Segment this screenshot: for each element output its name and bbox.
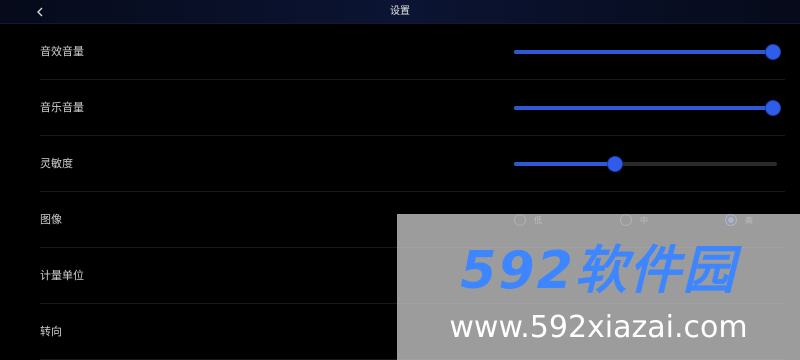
chevron-left-icon xyxy=(37,7,43,17)
units-label: 计量单位 xyxy=(40,269,84,282)
watermark-url: www.592xiazai.com xyxy=(449,310,748,345)
slider-fill xyxy=(514,50,773,54)
sensitivity-label: 灵敏度 xyxy=(40,157,73,170)
sound-effect-volume-label: 音效音量 xyxy=(40,45,84,58)
watermark-logo: 592软件园 xyxy=(460,241,737,301)
setting-row-sensitivity: 灵敏度 xyxy=(40,136,785,192)
slider-fill xyxy=(514,106,773,110)
sensitivity-slider[interactable] xyxy=(514,157,777,171)
top-bar: 设置 xyxy=(0,0,800,24)
steering-label: 转向 xyxy=(40,325,62,338)
setting-row-sound-effect-volume: 音效音量 xyxy=(40,24,785,80)
slider-thumb[interactable] xyxy=(766,45,780,59)
sound-effect-volume-slider[interactable] xyxy=(514,45,780,59)
music-volume-label: 音乐音量 xyxy=(40,101,84,114)
back-button[interactable] xyxy=(28,0,52,24)
music-volume-slider[interactable] xyxy=(514,101,780,115)
graphics-label: 图像 xyxy=(40,213,62,226)
page-title: 设置 xyxy=(390,6,410,17)
watermark-overlay: 592软件园 www.592xiazai.com xyxy=(397,214,800,360)
slider-fill xyxy=(514,162,615,166)
slider-thumb[interactable] xyxy=(766,101,780,115)
setting-row-music-volume: 音乐音量 xyxy=(40,80,785,136)
slider-thumb[interactable] xyxy=(608,157,622,171)
